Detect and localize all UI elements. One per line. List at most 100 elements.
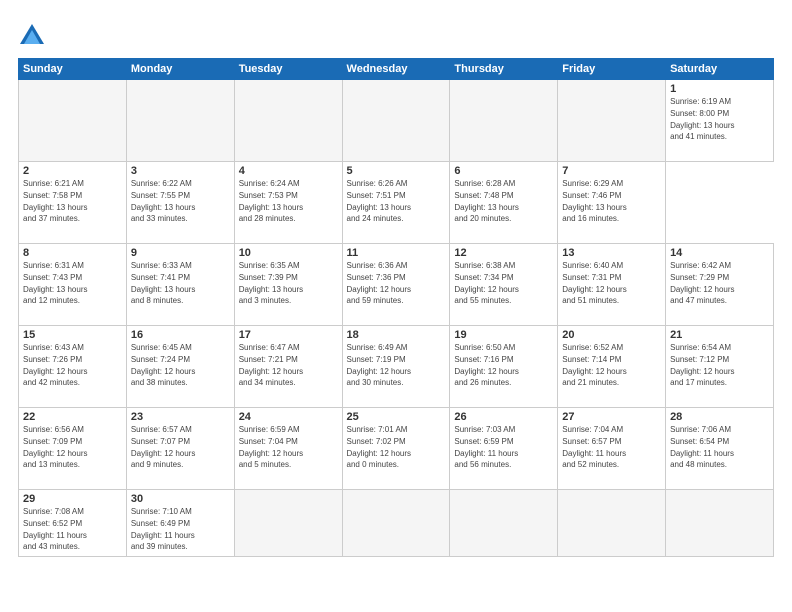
calendar-day-20: 20Sunrise: 6:52 AMSunset: 7:14 PMDayligh… bbox=[558, 326, 666, 408]
calendar-day-13: 13 Sunrise: 6:40 AMSunset: 7:31 PMDayligh… bbox=[558, 244, 666, 326]
day-number: 21 bbox=[670, 329, 769, 341]
day-info: Sunrise: 7:04 AMSunset: 6:57 PMDaylight:… bbox=[562, 425, 626, 469]
day-info: Sunrise: 6:26 AMSunset: 7:51 PMDaylight:… bbox=[347, 179, 411, 223]
calendar-day-29: 29 Sunrise: 7:08 AMSunset: 6:52 PMDayligh… bbox=[19, 490, 127, 557]
calendar-day-empty bbox=[666, 490, 774, 557]
calendar-header-sunday: Sunday bbox=[19, 59, 127, 80]
calendar-week-5: 22Sunrise: 6:56 AMSunset: 7:09 PMDayligh… bbox=[19, 408, 774, 490]
day-info: Sunrise: 6:54 AMSunset: 7:12 PMDaylight:… bbox=[670, 343, 734, 387]
calendar-day-empty bbox=[19, 80, 127, 162]
day-info: Sunrise: 6:49 AMSunset: 7:19 PMDaylight:… bbox=[347, 343, 411, 387]
day-number: 12 bbox=[454, 247, 553, 259]
calendar-day-19: 19 Sunrise: 6:50 AMSunset: 7:16 PMDayligh… bbox=[450, 326, 558, 408]
calendar-day-empty bbox=[450, 490, 558, 557]
day-number: 1 bbox=[670, 83, 769, 95]
calendar-header-monday: Monday bbox=[126, 59, 234, 80]
calendar-week-3: 8 Sunrise: 6:31 AMSunset: 7:43 PMDaylight… bbox=[19, 244, 774, 326]
day-info: Sunrise: 6:24 AMSunset: 7:53 PMDaylight:… bbox=[239, 179, 303, 223]
calendar-day-1: 1 Sunrise: 6:19 AMSunset: 8:00 PMDaylight… bbox=[666, 80, 774, 162]
calendar-day-empty bbox=[342, 80, 450, 162]
day-number: 30 bbox=[131, 493, 230, 505]
calendar-day-27: 27 Sunrise: 7:04 AMSunset: 6:57 PMDayligh… bbox=[558, 408, 666, 490]
day-info: Sunrise: 7:03 AMSunset: 6:59 PMDaylight:… bbox=[454, 425, 518, 469]
calendar-day-26: 26 Sunrise: 7:03 AMSunset: 6:59 PMDayligh… bbox=[450, 408, 558, 490]
calendar-header-friday: Friday bbox=[558, 59, 666, 80]
day-number: 27 bbox=[562, 411, 661, 423]
day-info: Sunrise: 6:50 AMSunset: 7:16 PMDaylight:… bbox=[454, 343, 518, 387]
logo bbox=[18, 22, 50, 50]
day-number: 8 bbox=[23, 247, 122, 259]
day-number: 29 bbox=[23, 493, 122, 505]
day-number: 13 bbox=[562, 247, 661, 259]
day-info: Sunrise: 6:33 AMSunset: 7:41 PMDaylight:… bbox=[131, 261, 195, 305]
day-number: 24 bbox=[239, 411, 338, 423]
day-info: Sunrise: 6:57 AMSunset: 7:07 PMDaylight:… bbox=[131, 425, 195, 469]
day-number: 5 bbox=[347, 165, 446, 177]
calendar-day-7: 7 Sunrise: 6:29 AMSunset: 7:46 PMDaylight… bbox=[558, 162, 666, 244]
day-info: Sunrise: 6:47 AMSunset: 7:21 PMDaylight:… bbox=[239, 343, 303, 387]
calendar: SundayMondayTuesdayWednesdayThursdayFrid… bbox=[18, 58, 774, 557]
calendar-day-22: 22Sunrise: 6:56 AMSunset: 7:09 PMDayligh… bbox=[19, 408, 127, 490]
day-number: 15 bbox=[23, 329, 122, 341]
day-number: 19 bbox=[454, 329, 553, 341]
day-info: Sunrise: 6:36 AMSunset: 7:36 PMDaylight:… bbox=[347, 261, 411, 305]
day-number: 11 bbox=[347, 247, 446, 259]
calendar-day-8: 8 Sunrise: 6:31 AMSunset: 7:43 PMDaylight… bbox=[19, 244, 127, 326]
calendar-day-25: 25 Sunrise: 7:01 AMSunset: 7:02 PMDayligh… bbox=[342, 408, 450, 490]
day-number: 23 bbox=[131, 411, 230, 423]
calendar-week-6: 29 Sunrise: 7:08 AMSunset: 6:52 PMDayligh… bbox=[19, 490, 774, 557]
calendar-day-15: 15 Sunrise: 6:43 AMSunset: 7:26 PMDayligh… bbox=[19, 326, 127, 408]
day-number: 7 bbox=[562, 165, 661, 177]
day-number: 28 bbox=[670, 411, 769, 423]
calendar-day-empty bbox=[450, 80, 558, 162]
calendar-week-1: 1 Sunrise: 6:19 AMSunset: 8:00 PMDaylight… bbox=[19, 80, 774, 162]
page: SundayMondayTuesdayWednesdayThursdayFrid… bbox=[0, 0, 792, 612]
day-number: 26 bbox=[454, 411, 553, 423]
calendar-day-17: 17Sunrise: 6:47 AMSunset: 7:21 PMDayligh… bbox=[234, 326, 342, 408]
day-info: Sunrise: 6:56 AMSunset: 7:09 PMDaylight:… bbox=[23, 425, 87, 469]
calendar-day-11: 11 Sunrise: 6:36 AMSunset: 7:36 PMDayligh… bbox=[342, 244, 450, 326]
calendar-day-9: 9 Sunrise: 6:33 AMSunset: 7:41 PMDaylight… bbox=[126, 244, 234, 326]
header bbox=[18, 18, 774, 50]
calendar-day-30: 30 Sunrise: 7:10 AMSunset: 6:49 PMDayligh… bbox=[126, 490, 234, 557]
day-number: 20 bbox=[562, 329, 661, 341]
calendar-day-empty bbox=[234, 80, 342, 162]
calendar-week-4: 15 Sunrise: 6:43 AMSunset: 7:26 PMDayligh… bbox=[19, 326, 774, 408]
day-info: Sunrise: 6:38 AMSunset: 7:34 PMDaylight:… bbox=[454, 261, 518, 305]
calendar-header-tuesday: Tuesday bbox=[234, 59, 342, 80]
calendar-header-wednesday: Wednesday bbox=[342, 59, 450, 80]
calendar-day-2: 2 Sunrise: 6:21 AMSunset: 7:58 PMDaylight… bbox=[19, 162, 127, 244]
calendar-day-6: 6Sunrise: 6:28 AMSunset: 7:48 PMDaylight… bbox=[450, 162, 558, 244]
day-info: Sunrise: 6:31 AMSunset: 7:43 PMDaylight:… bbox=[23, 261, 87, 305]
day-info: Sunrise: 7:01 AMSunset: 7:02 PMDaylight:… bbox=[347, 425, 411, 469]
day-number: 2 bbox=[23, 165, 122, 177]
calendar-day-empty bbox=[558, 490, 666, 557]
calendar-day-18: 18 Sunrise: 6:49 AMSunset: 7:19 PMDayligh… bbox=[342, 326, 450, 408]
day-number: 9 bbox=[131, 247, 230, 259]
day-number: 3 bbox=[131, 165, 230, 177]
calendar-day-empty bbox=[126, 80, 234, 162]
day-info: Sunrise: 7:08 AMSunset: 6:52 PMDaylight:… bbox=[23, 507, 87, 551]
day-info: Sunrise: 6:45 AMSunset: 7:24 PMDaylight:… bbox=[131, 343, 195, 387]
calendar-header-saturday: Saturday bbox=[666, 59, 774, 80]
calendar-day-21: 21 Sunrise: 6:54 AMSunset: 7:12 PMDayligh… bbox=[666, 326, 774, 408]
day-info: Sunrise: 6:21 AMSunset: 7:58 PMDaylight:… bbox=[23, 179, 87, 223]
day-info: Sunrise: 6:43 AMSunset: 7:26 PMDaylight:… bbox=[23, 343, 87, 387]
day-info: Sunrise: 6:19 AMSunset: 8:00 PMDaylight:… bbox=[670, 97, 734, 141]
calendar-day-5: 5 Sunrise: 6:26 AMSunset: 7:51 PMDaylight… bbox=[342, 162, 450, 244]
calendar-day-16: 16Sunrise: 6:45 AMSunset: 7:24 PMDayligh… bbox=[126, 326, 234, 408]
day-info: Sunrise: 6:59 AMSunset: 7:04 PMDaylight:… bbox=[239, 425, 303, 469]
day-info: Sunrise: 7:10 AMSunset: 6:49 PMDaylight:… bbox=[131, 507, 195, 551]
calendar-day-14: 14Sunrise: 6:42 AMSunset: 7:29 PMDayligh… bbox=[666, 244, 774, 326]
day-info: Sunrise: 6:40 AMSunset: 7:31 PMDaylight:… bbox=[562, 261, 626, 305]
calendar-day-3: 3Sunrise: 6:22 AMSunset: 7:55 PMDaylight… bbox=[126, 162, 234, 244]
day-number: 14 bbox=[670, 247, 769, 259]
calendar-day-empty bbox=[558, 80, 666, 162]
day-info: Sunrise: 6:29 AMSunset: 7:46 PMDaylight:… bbox=[562, 179, 626, 223]
day-info: Sunrise: 6:35 AMSunset: 7:39 PMDaylight:… bbox=[239, 261, 303, 305]
day-number: 18 bbox=[347, 329, 446, 341]
calendar-header-row: SundayMondayTuesdayWednesdayThursdayFrid… bbox=[19, 59, 774, 80]
calendar-header-thursday: Thursday bbox=[450, 59, 558, 80]
day-number: 25 bbox=[347, 411, 446, 423]
day-number: 4 bbox=[239, 165, 338, 177]
